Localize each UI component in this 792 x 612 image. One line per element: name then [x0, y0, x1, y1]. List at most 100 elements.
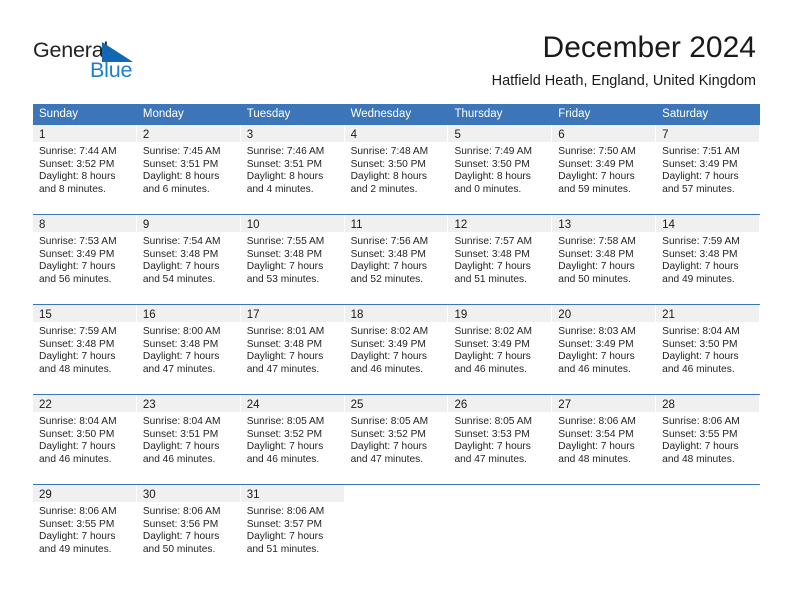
day-number: 14 — [662, 219, 675, 231]
calendar-day-cell[interactable]: 14 Sunrise: 7:59 AM Sunset: 3:48 PM Dayligh… — [656, 215, 761, 293]
calendar-day-cell[interactable]: 25 Sunrise: 8:05 AM Sunset: 3:52 PM Dayligh… — [344, 395, 449, 473]
sunset-text: Sunset: 3:52 PM — [350, 428, 426, 440]
daylight-text-line2: and 48 minutes. — [662, 453, 735, 465]
weekday-header-monday: Monday — [142, 108, 184, 120]
sunrise-text: Sunrise: 8:06 AM — [39, 506, 117, 517]
day-number: 1 — [39, 129, 46, 141]
calendar-day-cell[interactable]: 27 Sunrise: 8:06 AM Sunset: 3:54 PM Dayligh… — [552, 395, 657, 473]
daylight-text-line2: and 51 minutes. — [246, 543, 320, 555]
sunrise-text: Sunrise: 8:06 AM — [662, 416, 740, 427]
weekday-header-row: Sunday Monday Tuesday Wednesday Thursday… — [33, 104, 760, 124]
calendar-day-cell[interactable]: 16 Sunrise: 8:00 AM Sunset: 3:48 PM Dayligh… — [136, 305, 241, 383]
day-number-band: 17 — [240, 305, 344, 322]
calendar-day-cell[interactable]: 28 Sunrise: 8:06 AM Sunset: 3:55 PM Dayligh… — [656, 395, 761, 473]
day-details: Sunrise: 8:06 AM Sunset: 3:57 PM Daylight:… — [241, 502, 344, 562]
calendar-day-cell[interactable]: 18 Sunrise: 8:02 AM Sunset: 3:49 PM Dayligh… — [344, 305, 449, 383]
sunset-text: Sunset: 3:51 PM — [142, 158, 219, 170]
day-number: 22 — [39, 399, 52, 411]
day-details: Sunrise: 7:54 AM Sunset: 3:48 PM Daylight:… — [137, 232, 240, 292]
calendar-day-cell[interactable]: 30 Sunrise: 8:06 AM Sunset: 3:56 PM Dayligh… — [136, 485, 241, 563]
daylight-text-line1: Daylight: 7 hours — [246, 261, 324, 273]
calendar-day-cell[interactable]: 17 Sunrise: 8:01 AM Sunset: 3:48 PM Dayligh… — [240, 305, 345, 383]
daylight-text-line1: Daylight: 7 hours — [558, 441, 635, 453]
daylight-text-line1: Daylight: 7 hours — [558, 171, 635, 183]
calendar-day-cell[interactable]: 22 Sunrise: 8:04 AM Sunset: 3:50 PM Dayligh… — [33, 395, 137, 473]
daylight-text-line1: Daylight: 7 hours — [142, 351, 220, 363]
calendar-day-cell[interactable]: 2 Sunrise: 7:45 AM Sunset: 3:51 PM Daylight… — [136, 125, 241, 203]
sunrise-text: Sunrise: 8:04 AM — [662, 326, 740, 337]
calendar-day-cell[interactable]: 7 Sunrise: 7:51 AM Sunset: 3:49 PM Daylight… — [656, 125, 761, 203]
sunset-text: Sunset: 3:49 PM — [558, 338, 634, 350]
day-number-band: 11 — [344, 215, 448, 232]
calendar-day-cell[interactable]: 3 Sunrise: 7:46 AM Sunset: 3:51 PM Daylight… — [240, 125, 345, 203]
sunrise-text: Sunrise: 8:05 AM — [246, 416, 325, 427]
calendar-day-cell[interactable]: 9 Sunrise: 7:54 AM Sunset: 3:48 PM Daylight… — [136, 215, 241, 293]
calendar-day-cell[interactable]: 23 Sunrise: 8:04 AM Sunset: 3:51 PM Dayligh… — [136, 395, 241, 473]
calendar-day-cell[interactable]: 6 Sunrise: 7:50 AM Sunset: 3:49 PM Daylight… — [552, 125, 657, 203]
day-number-band: 3 — [240, 125, 344, 142]
daylight-text-line1: Daylight: 8 hours — [142, 171, 220, 183]
day-number: 23 — [142, 399, 156, 411]
calendar-day-cell[interactable]: 8 Sunrise: 7:53 AM Sunset: 3:49 PM Daylight… — [33, 215, 137, 293]
sunset-text: Sunset: 3:51 PM — [246, 158, 323, 170]
day-details: Sunrise: 8:02 AM Sunset: 3:49 PM Daylight:… — [345, 322, 448, 382]
calendar-day-cell[interactable]: 26 Sunrise: 8:05 AM Sunset: 3:53 PM Dayligh… — [448, 395, 553, 473]
day-number: 9 — [142, 219, 150, 231]
day-number-band: 15 — [33, 305, 136, 322]
day-number: 3 — [246, 129, 254, 141]
day-number: 5 — [454, 129, 461, 141]
sunset-text: Sunset: 3:52 PM — [246, 428, 323, 440]
daylight-text-line1: Daylight: 7 hours — [39, 531, 116, 543]
daylight-text-line2: and 47 minutes. — [246, 363, 320, 375]
daylight-text-line2: and 46 minutes. — [142, 453, 216, 465]
daylight-text-line2: and 47 minutes. — [454, 453, 527, 465]
day-details: Sunrise: 8:02 AM Sunset: 3:49 PM Daylight:… — [448, 322, 551, 382]
daylight-text-line1: Daylight: 7 hours — [39, 261, 116, 273]
sunset-text: Sunset: 3:48 PM — [246, 338, 323, 350]
calendar-page: General Blue December 2024 Hatfield Heat… — [0, 0, 792, 612]
daylight-text-line1: Daylight: 7 hours — [246, 531, 324, 543]
calendar-day-cell[interactable]: 4 Sunrise: 7:48 AM Sunset: 3:50 PM Daylight… — [344, 125, 449, 203]
calendar-day-cell[interactable]: 5 Sunrise: 7:49 AM Sunset: 3:50 PM Daylight… — [448, 125, 553, 203]
calendar-day-cell[interactable]: 12 Sunrise: 7:57 AM Sunset: 3:48 PM Dayligh… — [448, 215, 553, 293]
day-number: 10 — [246, 219, 260, 231]
day-details: Sunrise: 7:45 AM Sunset: 3:51 PM Daylight:… — [137, 142, 240, 202]
sunrise-text: Sunrise: 8:05 AM — [350, 416, 429, 427]
calendar-day-cell[interactable]: 15 Sunrise: 7:59 AM Sunset: 3:48 PM Dayligh… — [33, 305, 137, 383]
weekday-header-friday: Friday — [558, 108, 591, 120]
sunset-text: Sunset: 3:52 PM — [39, 158, 115, 170]
day-number: 4 — [350, 129, 357, 141]
calendar-day-cell[interactable]: 1 Sunrise: 7:44 AM Sunset: 3:52 PM Daylight… — [33, 125, 137, 203]
calendar-day-cell[interactable]: 10 Sunrise: 7:55 AM Sunset: 3:48 PM Dayligh… — [240, 215, 345, 293]
daylight-text-line2: and 46 minutes. — [454, 363, 527, 375]
daylight-text-line1: Daylight: 7 hours — [558, 261, 635, 273]
daylight-text-line2: and 6 minutes. — [142, 183, 210, 195]
calendar-week-row: 29 Sunrise: 8:06 AM Sunset: 3:55 PM Dayligh… — [33, 484, 761, 563]
day-details: Sunrise: 8:05 AM Sunset: 3:52 PM Daylight:… — [345, 412, 448, 472]
day-number-band: 24 — [240, 395, 344, 412]
calendar-day-cell[interactable]: 20 Sunrise: 8:03 AM Sunset: 3:49 PM Dayligh… — [552, 305, 657, 383]
day-number: 26 — [454, 399, 468, 411]
daylight-text-line2: and 47 minutes. — [350, 453, 424, 465]
sunrise-text: Sunrise: 7:46 AM — [246, 146, 325, 157]
calendar-day-cell[interactable]: 31 Sunrise: 8:06 AM Sunset: 3:57 PM Dayligh… — [240, 485, 345, 563]
calendar-day-cell[interactable]: 29 Sunrise: 8:06 AM Sunset: 3:55 PM Dayligh… — [33, 485, 137, 563]
calendar-day-cell[interactable]: 13 Sunrise: 7:58 AM Sunset: 3:48 PM Dayligh… — [552, 215, 657, 293]
day-number: 28 — [662, 399, 675, 411]
calendar-day-cell[interactable]: 24 Sunrise: 8:05 AM Sunset: 3:52 PM Dayligh… — [240, 395, 345, 473]
weekday-header-tuesday: Tuesday — [246, 108, 291, 120]
calendar-day-cell[interactable]: 11 Sunrise: 7:56 AM Sunset: 3:48 PM Dayligh… — [344, 215, 449, 293]
day-details: Sunrise: 8:04 AM Sunset: 3:50 PM Daylight:… — [656, 322, 759, 382]
day-number-band: 27 — [552, 395, 656, 412]
sunrise-text: Sunrise: 7:50 AM — [558, 146, 636, 157]
day-number-band: 20 — [552, 305, 656, 322]
calendar-day-cell[interactable]: 19 Sunrise: 8:02 AM Sunset: 3:49 PM Dayligh… — [448, 305, 553, 383]
day-number: 24 — [246, 399, 260, 411]
day-details: Sunrise: 7:59 AM Sunset: 3:48 PM Daylight:… — [656, 232, 759, 292]
calendar-day-cell[interactable]: 21 Sunrise: 8:04 AM Sunset: 3:50 PM Dayligh… — [656, 305, 761, 383]
sunrise-text: Sunrise: 7:49 AM — [454, 146, 533, 157]
day-number-band: 31 — [240, 485, 344, 502]
general-blue-logo[interactable]: General Blue — [33, 38, 163, 84]
daylight-text-line1: Daylight: 7 hours — [350, 261, 428, 273]
day-number-band: 12 — [448, 215, 552, 232]
